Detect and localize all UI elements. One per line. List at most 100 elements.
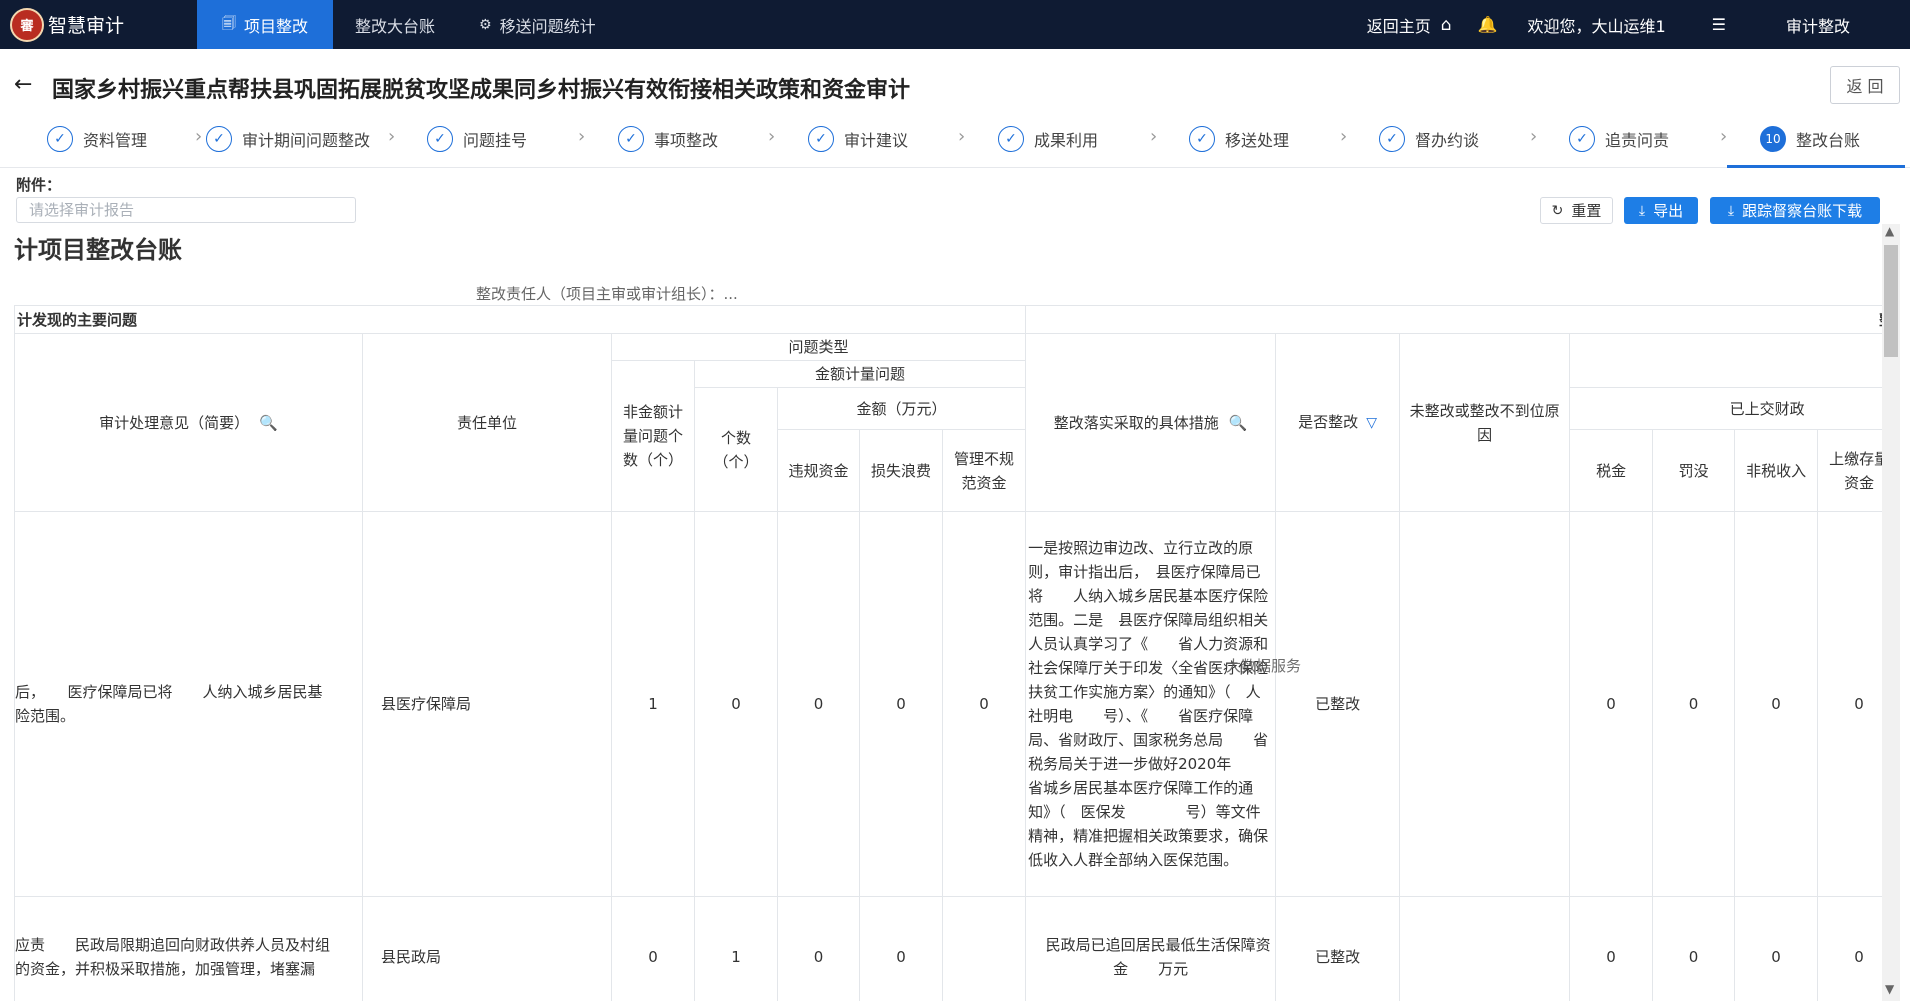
chevron-right-icon: ›: [1530, 126, 1538, 147]
watermark-text: 大数据服务: [1226, 657, 1302, 675]
nav-tab-ledger[interactable]: 整改大台账: [333, 0, 457, 49]
cell-irregular: [941, 896, 1027, 1001]
step-label: 审计建议: [844, 131, 909, 150]
header-opinion[interactable]: 审计处理意见（简要） 🔍: [14, 333, 363, 512]
page-title: 国家乡村振兴重点帮扶县巩固拓展脱贫攻坚成果同乡村振兴有效衔接相关政策和资金审计: [52, 78, 911, 103]
nav-tab-label: 整改大台账: [355, 16, 436, 36]
step-label: 资料管理: [83, 131, 148, 150]
step-result-use[interactable]: ✓ 成果利用: [998, 126, 1098, 152]
reset-label: 重置: [1571, 202, 1602, 220]
step-transfer[interactable]: ✓ 移送处理: [1189, 126, 1289, 152]
app-name: 智慧审计: [48, 15, 125, 37]
active-step-indicator: [1727, 165, 1905, 168]
step-item-rectify[interactable]: ✓ 事项整改: [618, 126, 718, 152]
cell-unit: 县医疗保障局: [362, 511, 612, 897]
arrow-left-icon[interactable]: ←: [14, 72, 32, 97]
responsible-person: 整改责任人（项目主审或审计组长）：...: [476, 285, 738, 303]
app-logo[interactable]: 審 智慧审计: [0, 0, 197, 49]
list-icon[interactable]: ☰: [1712, 15, 1726, 34]
attachment-label: 附件：: [16, 176, 62, 194]
reset-button[interactable]: ↻ 重置: [1540, 197, 1613, 224]
step-label: 整改台账: [1796, 131, 1861, 150]
cell-opinion: 后， 医疗保障局已将 人纳入城乡居民基 险范围。: [14, 511, 363, 897]
step-audit-period[interactable]: ✓ 审计期间问题整改: [206, 126, 370, 152]
logo-seal-icon: 審: [10, 7, 44, 42]
header-count: 个数（个）: [694, 387, 778, 512]
track-download-button[interactable]: ⤓ 跟踪督察台账下载: [1710, 197, 1880, 224]
header-unit: 责任单位: [362, 333, 612, 512]
step-register[interactable]: ✓ 问题挂号: [427, 126, 527, 152]
step-bar: ✓ 资料管理 › ✓ 审计期间问题整改 › ✓ 问题挂号 › ✓ 事项整改 › ✓ 审计建…: [0, 122, 1910, 168]
nav-tab-project-rectify[interactable]: 🗐 项目整改: [197, 0, 333, 49]
nav-tab-label: 移送问题统计: [499, 16, 596, 36]
header-problem-type: 问题类型: [610, 333, 1027, 361]
user-welcome[interactable]: 欢迎您，大山运维1: [1527, 13, 1665, 37]
cell-fine: 0: [1652, 896, 1736, 1001]
section-header-row: 计发现的主要问题 整: [14, 305, 1882, 334]
cell-measures: 一是按照边审边改、立行立改的原则，审计指出后， 县医疗保障局已将 人纳入城乡居民…: [1025, 511, 1277, 897]
scroll-up-icon[interactable]: ▲: [1885, 224, 1894, 238]
header-rectified[interactable]: 是否整改 ▽: [1275, 333, 1401, 512]
step-ledger[interactable]: 10 整改台账: [1760, 126, 1860, 152]
nav-tab-label: 项目整改: [243, 16, 308, 36]
search-icon[interactable]: 🔍: [1229, 414, 1248, 432]
chevron-right-icon: ›: [1720, 126, 1728, 147]
home-label: 返回主页: [1366, 16, 1431, 36]
step-label: 移送处理: [1225, 131, 1290, 150]
return-button[interactable]: 返 回: [1830, 66, 1900, 104]
chevron-right-icon: ›: [768, 126, 776, 147]
cell-rectified: 已整改: [1275, 896, 1401, 1001]
header-nontax: 非税收入: [1734, 429, 1819, 512]
step-accountability[interactable]: ✓ 追责问责: [1569, 126, 1669, 152]
chevron-right-icon: ›: [1340, 126, 1348, 147]
header-amount-group: 金额计量问题: [693, 360, 1027, 388]
cell-opinion: 应责 民政局限期追回向财政供养人员及村组 的资金，并积极采取措施，加强管理，堵塞…: [14, 896, 363, 1001]
header-blank: [1569, 333, 1882, 388]
gear-icon: ⚙: [479, 16, 492, 33]
search-icon[interactable]: 🔍: [259, 414, 278, 432]
step-label: 追责问责: [1605, 131, 1670, 150]
header-measures[interactable]: 整改落实采取的具体措施 🔍: [1025, 333, 1277, 512]
step-material[interactable]: ✓ 资料管理: [47, 126, 147, 152]
cell-count: 0: [694, 511, 778, 897]
header-violation: 违规资金: [777, 429, 860, 512]
ledger-table: 计发现的主要问题 整 审计处理意见（简要） 🔍 责任单位 问题类型 整改落实采取的…: [14, 305, 1882, 1001]
cell-stock: 0: [1817, 511, 1882, 897]
nav-tab-transfer-stats[interactable]: ⚙ 移送问题统计: [457, 0, 618, 49]
top-nav: 審 智慧审计 🗐 项目整改 整改大台账 ⚙ 移送问题统计 返回主页 ⌂ 🔔 欢迎…: [0, 0, 1910, 49]
table-row[interactable]: 后， 医疗保障局已将 人纳入城乡居民基 险范围。 县医疗保障局 1 0 0 0 …: [14, 511, 1882, 897]
bell-icon[interactable]: 🔔: [1478, 15, 1498, 34]
header-irregular: 管理不规范资金: [941, 429, 1027, 512]
cell-non-amount: 1: [611, 511, 695, 897]
audit-rectify-link[interactable]: 审计整改: [1786, 13, 1850, 37]
cell-irregular: 0: [941, 511, 1027, 897]
cell-reason: [1399, 511, 1571, 897]
check-circle-icon: ✓: [1189, 126, 1215, 152]
cell-tax: 0: [1569, 896, 1654, 1001]
check-circle-icon: ✓: [1569, 126, 1595, 152]
step-supervise[interactable]: ✓ 督办约谈: [1379, 126, 1479, 152]
scrollbar-thumb[interactable]: [1884, 245, 1898, 357]
home-icon: ⌂: [1440, 14, 1452, 35]
step-suggestion[interactable]: ✓ 审计建议: [808, 126, 908, 152]
check-circle-icon: ✓: [427, 126, 453, 152]
header-label: 整改落实采取的具体措施: [1053, 413, 1219, 432]
export-button[interactable]: ⤓ 导出: [1624, 197, 1698, 224]
cell-nontax: 0: [1734, 511, 1819, 897]
cell-measures: 民政局已追回居民最低生活保障资金 万元: [1025, 896, 1277, 1001]
cell-tax: 0: [1569, 511, 1654, 897]
header-label: 审计处理意见（简要）: [99, 413, 250, 432]
check-circle-icon: ✓: [1379, 126, 1405, 152]
home-link[interactable]: 返回主页 ⌂: [1367, 13, 1452, 37]
report-select[interactable]: 请选择审计报告: [16, 197, 356, 223]
filter-icon[interactable]: ▽: [1366, 415, 1377, 431]
cell-nontax: 0: [1734, 896, 1819, 1001]
chevron-right-icon: ›: [958, 126, 966, 147]
export-label: 导出: [1653, 202, 1684, 220]
cell-count: 1: [694, 896, 778, 1001]
cell-stock: 0: [1817, 896, 1882, 1001]
table-row[interactable]: 应责 民政局限期追回向财政供养人员及村组 的资金，并积极采取措施，加强管理，堵塞…: [14, 896, 1882, 1001]
step-label: 问题挂号: [463, 131, 528, 150]
scroll-down-icon[interactable]: ▼: [1885, 982, 1894, 996]
section-right: 整: [1025, 305, 1882, 334]
